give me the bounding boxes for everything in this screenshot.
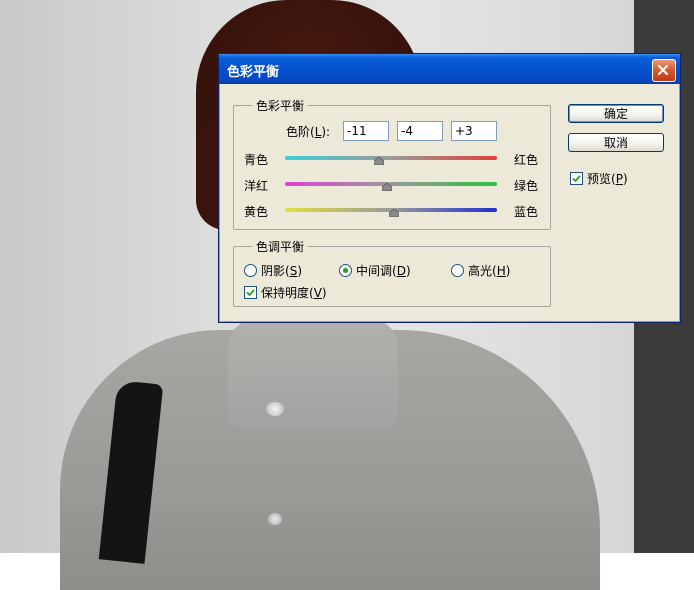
- slider-thumb[interactable]: [374, 157, 385, 165]
- radio-shadows[interactable]: 阴影(S): [244, 262, 302, 279]
- checkbox-label: 预览(: [587, 172, 616, 186]
- checkbox-box: [570, 172, 583, 185]
- slider-left-label: 青色: [244, 153, 269, 167]
- dialog-titlebar[interactable]: 色彩平衡: [219, 54, 680, 84]
- radio-highlights[interactable]: 高光(H): [451, 262, 510, 279]
- checkbox-label: 保持明度(: [261, 286, 314, 300]
- slider-thumb[interactable]: [381, 183, 392, 191]
- radio-label-key: H: [496, 263, 506, 278]
- slider-yellow-blue[interactable]: [285, 204, 497, 218]
- level-input-magenta-green[interactable]: [397, 121, 443, 141]
- radio-label: 中间调(: [356, 264, 397, 278]
- radio-circle-icon: [451, 264, 464, 277]
- checkmark-icon: [246, 289, 255, 297]
- close-button[interactable]: [652, 59, 676, 82]
- checkbox-label: ): [622, 171, 628, 186]
- levels-label: 色阶(L):: [286, 123, 330, 140]
- radio-label: ): [505, 263, 511, 278]
- checkbox-label: ): [321, 285, 327, 300]
- jacket-button: [266, 402, 284, 416]
- slider-left-label: 黄色: [244, 205, 269, 219]
- cancel-button[interactable]: 取消: [568, 133, 664, 152]
- checkbox-label-key: P: [615, 171, 623, 186]
- slider-track: [285, 156, 497, 160]
- collar-shape: [228, 318, 398, 428]
- radio-circle-icon: [244, 264, 257, 277]
- radio-midtones[interactable]: 中间调(D): [339, 262, 411, 279]
- radio-label-key: D: [396, 263, 406, 278]
- jacket-button: [268, 513, 282, 525]
- close-icon: [658, 65, 668, 75]
- dialog-client: 色彩平衡 色阶(L): 青色 红色 洋红 绿色 黄色 蓝色 色调平衡: [222, 84, 677, 319]
- radio-label: 高光(: [468, 264, 497, 278]
- slider-magenta-green[interactable]: [285, 178, 497, 192]
- slider-thumb[interactable]: [389, 209, 400, 217]
- radio-circle-icon: [339, 264, 352, 277]
- preserve-luminosity-checkbox[interactable]: 保持明度(V): [244, 284, 327, 301]
- checkbox-box: [244, 286, 257, 299]
- radio-label-key: S: [289, 263, 298, 278]
- tone-balance-group-label: 色调平衡: [252, 238, 309, 255]
- ok-button[interactable]: 确定: [568, 104, 664, 123]
- levels-label-text: 色阶(: [286, 125, 315, 139]
- level-input-yellow-blue[interactable]: [451, 121, 497, 141]
- radio-label: 阴影(: [261, 264, 290, 278]
- preview-checkbox[interactable]: 预览(P): [570, 170, 628, 187]
- slider-right-label: 红色: [514, 153, 539, 167]
- checkmark-icon: [572, 175, 581, 183]
- dialog-title: 色彩平衡: [227, 65, 280, 80]
- radio-label: ): [405, 263, 411, 278]
- radio-label: ): [297, 263, 302, 278]
- radio-dot-icon: [343, 268, 348, 273]
- color-balance-dialog: 色彩平衡 色彩平衡 色阶(L): 青色 红色 洋红 绿色 黄色: [218, 53, 681, 323]
- levels-label-text: ):: [321, 125, 331, 139]
- checkbox-label-key: V: [313, 285, 322, 300]
- slider-cyan-red[interactable]: [285, 152, 497, 166]
- slider-left-label: 洋红: [244, 179, 269, 193]
- slider-right-label: 绿色: [514, 179, 539, 193]
- slider-right-label: 蓝色: [514, 205, 539, 219]
- color-balance-group-label: 色彩平衡: [252, 97, 309, 114]
- level-input-cyan-red[interactable]: [343, 121, 389, 141]
